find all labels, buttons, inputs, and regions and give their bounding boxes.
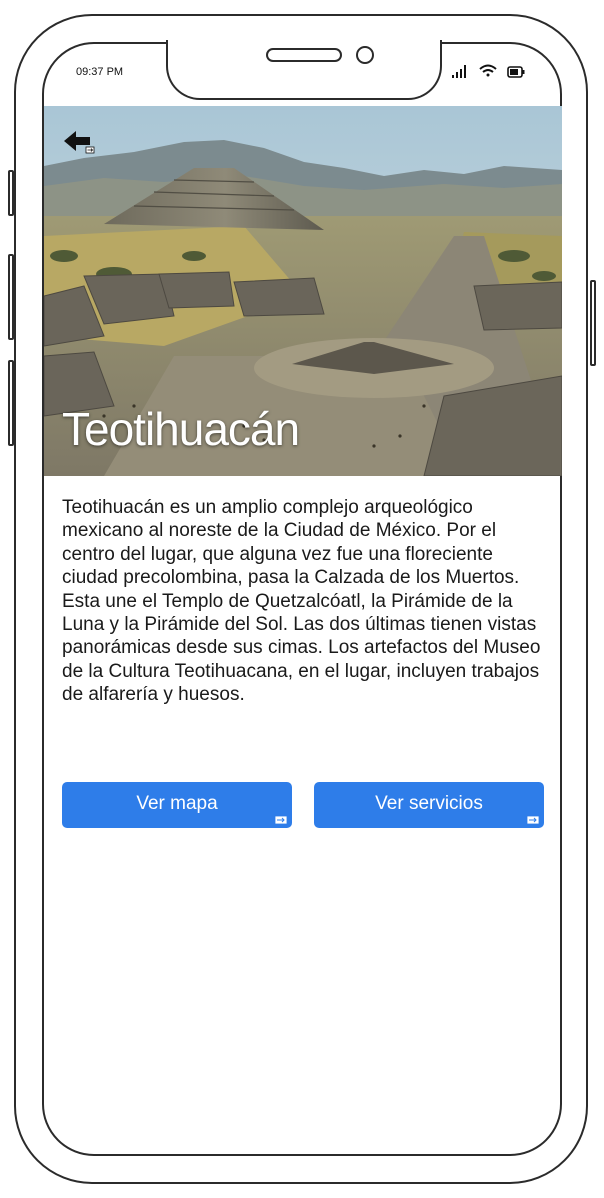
view-map-button[interactable]: Ver mapa — [62, 782, 292, 828]
page-title: Teotihuacán — [62, 403, 300, 455]
link-arrow-icon — [274, 815, 288, 825]
back-button[interactable] — [62, 128, 96, 158]
view-map-label: Ver mapa — [136, 793, 218, 814]
signal-icon — [452, 65, 466, 78]
back-arrow-icon — [64, 131, 95, 154]
speaker-grille — [266, 48, 342, 62]
status-icons — [448, 62, 538, 80]
power-button — [590, 280, 596, 366]
battery-icon — [507, 66, 525, 78]
camera — [356, 46, 374, 64]
wifi-icon — [479, 64, 497, 77]
view-services-label: Ver servicios — [375, 793, 483, 814]
place-description: Teotihuacán es un amplio complejo arqueo… — [62, 497, 541, 706]
status-time: 09:37 PM — [76, 66, 124, 78]
link-arrow-icon — [526, 815, 540, 825]
view-services-button[interactable]: Ver servicios — [314, 782, 544, 828]
